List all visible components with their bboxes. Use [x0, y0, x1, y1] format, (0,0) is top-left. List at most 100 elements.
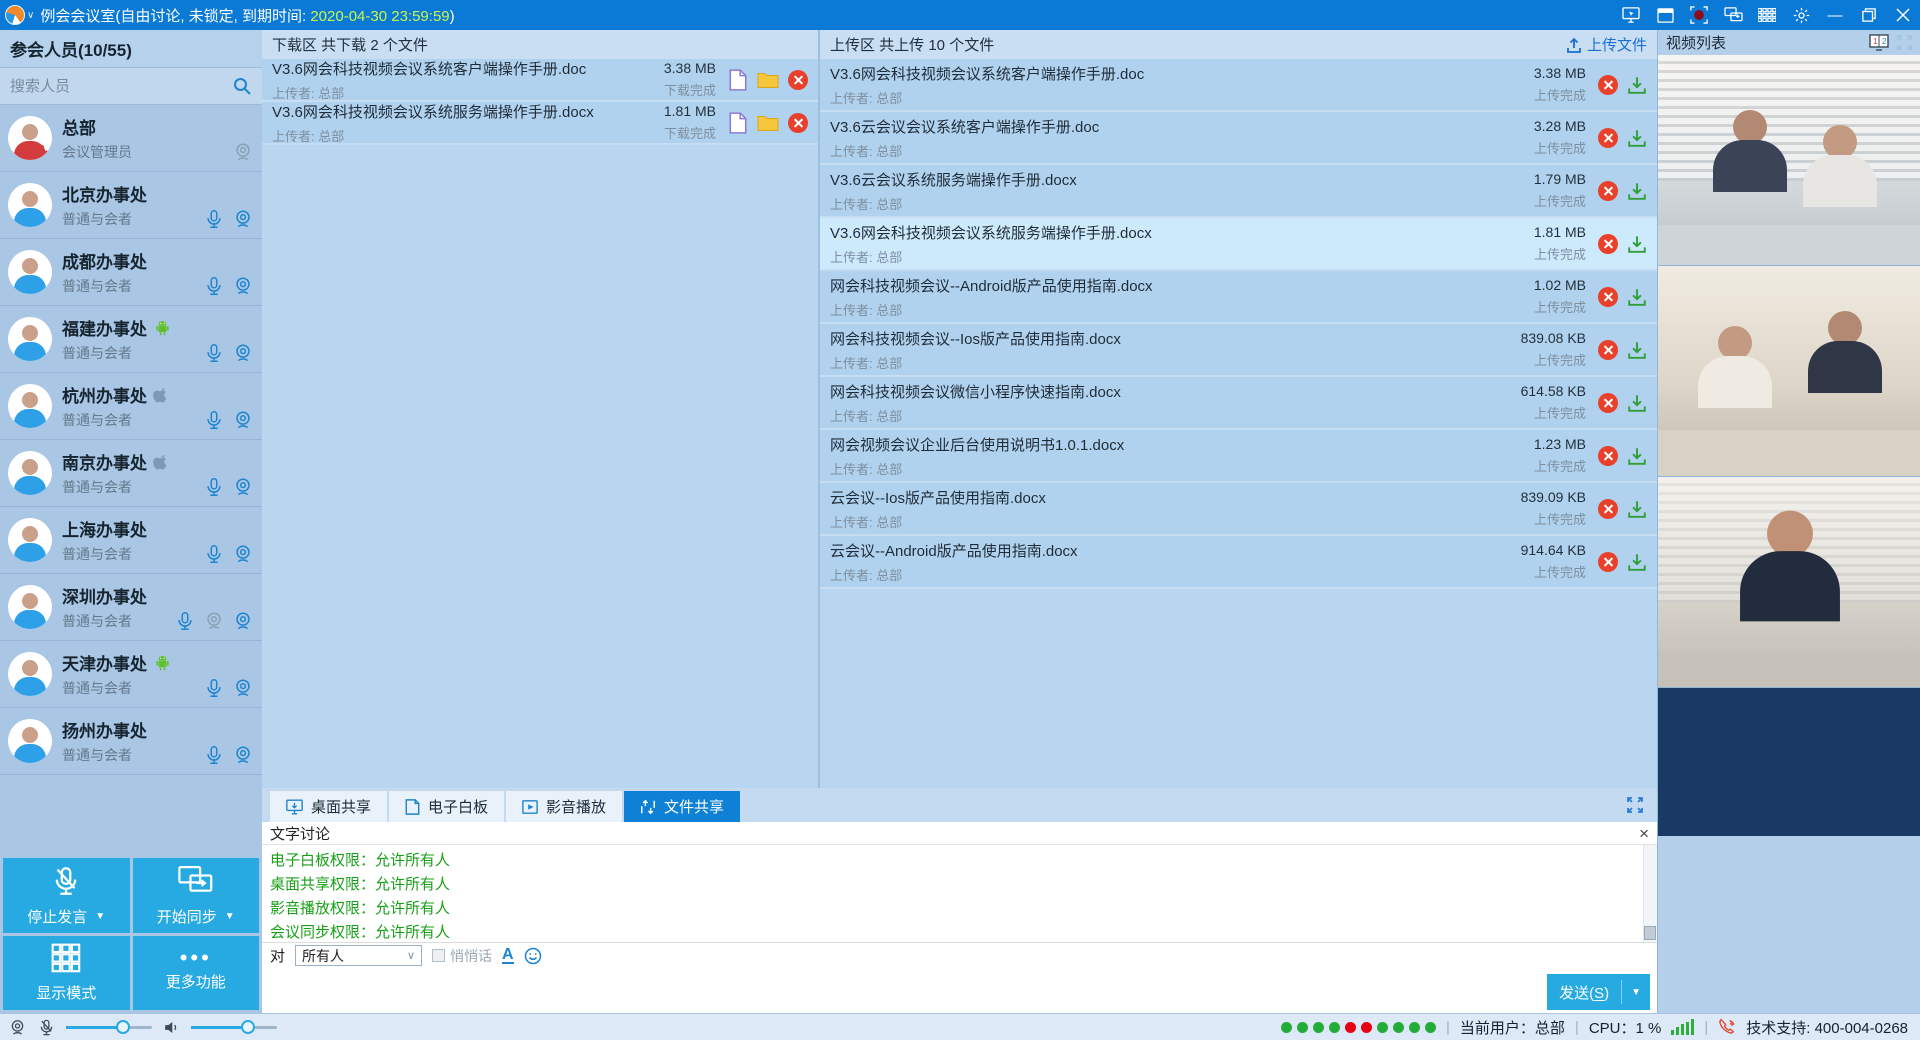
mic-icon[interactable]: [203, 409, 225, 431]
delete-icon[interactable]: [1598, 75, 1618, 95]
participant-row[interactable]: 扬州办事处 普通与会者: [0, 708, 262, 775]
delete-icon[interactable]: [1598, 128, 1618, 148]
record-icon[interactable]: [1682, 0, 1716, 30]
tab-whiteboard[interactable]: 电子白板: [389, 791, 504, 822]
participant-row[interactable]: 上海办事处 普通与会者: [0, 507, 262, 574]
expand-panel-icon[interactable]: [1627, 797, 1643, 813]
webcam-icon[interactable]: [232, 744, 254, 766]
mic-icon[interactable]: [203, 208, 225, 230]
upload-file-link[interactable]: 上传文件: [1566, 34, 1647, 55]
mic-icon[interactable]: [203, 275, 225, 297]
upload-file-row[interactable]: 网会科技视频会议--Android版产品使用指南.docx 上传者: 总部 1.…: [820, 271, 1657, 324]
speaker-icon[interactable]: [162, 1018, 181, 1037]
open-file-icon[interactable]: [728, 69, 748, 91]
mic-icon[interactable]: [203, 476, 225, 498]
open-folder-icon[interactable]: [757, 113, 779, 132]
mic-icon[interactable]: [203, 744, 225, 766]
delete-icon[interactable]: [1598, 446, 1618, 466]
download-file-icon[interactable]: [1627, 234, 1647, 254]
participant-row[interactable]: 北京办事处 普通与会者: [0, 172, 262, 239]
start-sync-button[interactable]: 开始同步▼: [133, 858, 260, 933]
upload-file-row[interactable]: V3.6网会科技视频会议系统服务端操作手册.docx 上传者: 总部 1.81 …: [820, 218, 1657, 271]
upload-file-row[interactable]: 网会科技视频会议--Ios版产品使用指南.docx 上传者: 总部 839.08…: [820, 324, 1657, 377]
upload-file-row[interactable]: 网会视频会议企业后台使用说明书1.0.1.docx 上传者: 总部 1.23 M…: [820, 430, 1657, 483]
network-share-icon[interactable]: [1716, 0, 1750, 30]
upload-file-row[interactable]: 云会议--Android版产品使用指南.docx 上传者: 总部 914.64 …: [820, 536, 1657, 589]
webcam-icon[interactable]: [232, 677, 254, 699]
participant-row[interactable]: 南京办事处 普通与会者: [0, 440, 262, 507]
video-thumbnail[interactable]: [1658, 55, 1920, 266]
screen-share-icon[interactable]: [1614, 0, 1648, 30]
download-file-icon[interactable]: [1627, 552, 1647, 572]
download-file-icon[interactable]: [1627, 446, 1647, 466]
slider-thumb[interactable]: [116, 1020, 130, 1034]
delete-icon[interactable]: [788, 70, 808, 90]
participant-search[interactable]: [0, 68, 262, 105]
tab-file-share[interactable]: 文件共享: [624, 791, 740, 822]
video-thumbnail[interactable]: [1658, 477, 1920, 688]
download-file-row[interactable]: V3.6网会科技视频会议系统客户端操作手册.doc 上传者: 总部 3.38 M…: [262, 59, 818, 102]
download-file-icon[interactable]: [1627, 393, 1647, 413]
mic-icon[interactable]: [174, 610, 196, 632]
delete-icon[interactable]: [1598, 393, 1618, 413]
upload-file-row[interactable]: 网会科技视频会议微信小程序快速指南.docx 上传者: 总部 614.58 KB…: [820, 377, 1657, 430]
webcam-off-icon[interactable]: [232, 141, 254, 163]
delete-icon[interactable]: [1598, 499, 1618, 519]
download-file-icon[interactable]: [1627, 287, 1647, 307]
mic-icon[interactable]: [203, 677, 225, 699]
upload-file-row[interactable]: V3.6网会科技视频会议系统客户端操作手册.doc 上传者: 总部 3.38 M…: [820, 59, 1657, 112]
whisper-checkbox[interactable]: 悄悄话: [432, 946, 492, 966]
video-layout-icon[interactable]: 12: [1869, 34, 1889, 51]
delete-icon[interactable]: [1598, 552, 1618, 572]
tab-desktop-share[interactable]: 桌面共享: [270, 791, 387, 822]
emoji-icon[interactable]: [524, 947, 542, 965]
delete-icon[interactable]: [1598, 181, 1618, 201]
tab-media-play[interactable]: 影音播放: [506, 791, 622, 822]
mic-muted-status-icon[interactable]: [37, 1018, 56, 1037]
delete-icon[interactable]: [1598, 234, 1618, 254]
open-folder-icon[interactable]: [757, 70, 779, 89]
delete-icon[interactable]: [788, 113, 808, 133]
chevron-down-icon[interactable]: ∨: [27, 10, 34, 21]
download-file-icon[interactable]: [1627, 75, 1647, 95]
presenter-window-icon[interactable]: [1648, 0, 1682, 30]
webcam-icon[interactable]: [232, 342, 254, 364]
settings-gear-icon[interactable]: [1784, 0, 1818, 30]
upload-file-row[interactable]: V3.6云会议会议系统客户端操作手册.doc 上传者: 总部 3.28 MB 上…: [820, 112, 1657, 165]
send-button[interactable]: 发送(S) ▼: [1547, 974, 1650, 1010]
font-settings-icon[interactable]: A: [502, 947, 514, 964]
webcam-icon[interactable]: [232, 208, 254, 230]
mic-icon[interactable]: [203, 543, 225, 565]
participant-row[interactable]: 成都办事处 普通与会者: [0, 239, 262, 306]
webcam-icon[interactable]: [232, 409, 254, 431]
mic-icon[interactable]: [203, 342, 225, 364]
webcam-status-icon[interactable]: [8, 1018, 27, 1037]
dialpad-grid-icon[interactable]: [1750, 0, 1784, 30]
close-button[interactable]: [1886, 0, 1920, 30]
webcam-icon[interactable]: [232, 476, 254, 498]
minimize-button[interactable]: —: [1818, 0, 1852, 30]
speaker-volume-slider[interactable]: [191, 1026, 277, 1029]
mic-volume-slider[interactable]: [66, 1026, 152, 1029]
chat-scrollbar[interactable]: [1643, 845, 1657, 942]
open-file-icon[interactable]: [728, 112, 748, 134]
send-dropdown-arrow[interactable]: ▼: [1622, 987, 1650, 998]
search-icon[interactable]: [232, 76, 252, 96]
participant-row[interactable]: 天津办事处 普通与会者: [0, 641, 262, 708]
webcam-icon[interactable]: [232, 275, 254, 297]
checkbox-icon[interactable]: [432, 949, 445, 962]
dropdown-arrow-icon[interactable]: ▼: [225, 911, 235, 922]
expand-icon[interactable]: [1897, 35, 1912, 50]
stop-speaking-button[interactable]: 停止发言▼: [3, 858, 130, 933]
download-file-icon[interactable]: [1627, 128, 1647, 148]
participant-row[interactable]: 福建办事处 普通与会者: [0, 306, 262, 373]
upload-file-row[interactable]: V3.6云会议系统服务端操作手册.docx 上传者: 总部 1.79 MB 上传…: [820, 165, 1657, 218]
download-file-icon[interactable]: [1627, 340, 1647, 360]
video-thumbnail[interactable]: [1658, 266, 1920, 477]
recipient-select[interactable]: 所有人 ∨: [295, 945, 422, 966]
webcam-icon[interactable]: [232, 610, 254, 632]
close-icon[interactable]: ×: [1639, 825, 1649, 842]
participant-row[interactable]: 杭州办事处 普通与会者: [0, 373, 262, 440]
download-file-icon[interactable]: [1627, 181, 1647, 201]
display-mode-button[interactable]: 显示模式: [3, 936, 130, 1011]
